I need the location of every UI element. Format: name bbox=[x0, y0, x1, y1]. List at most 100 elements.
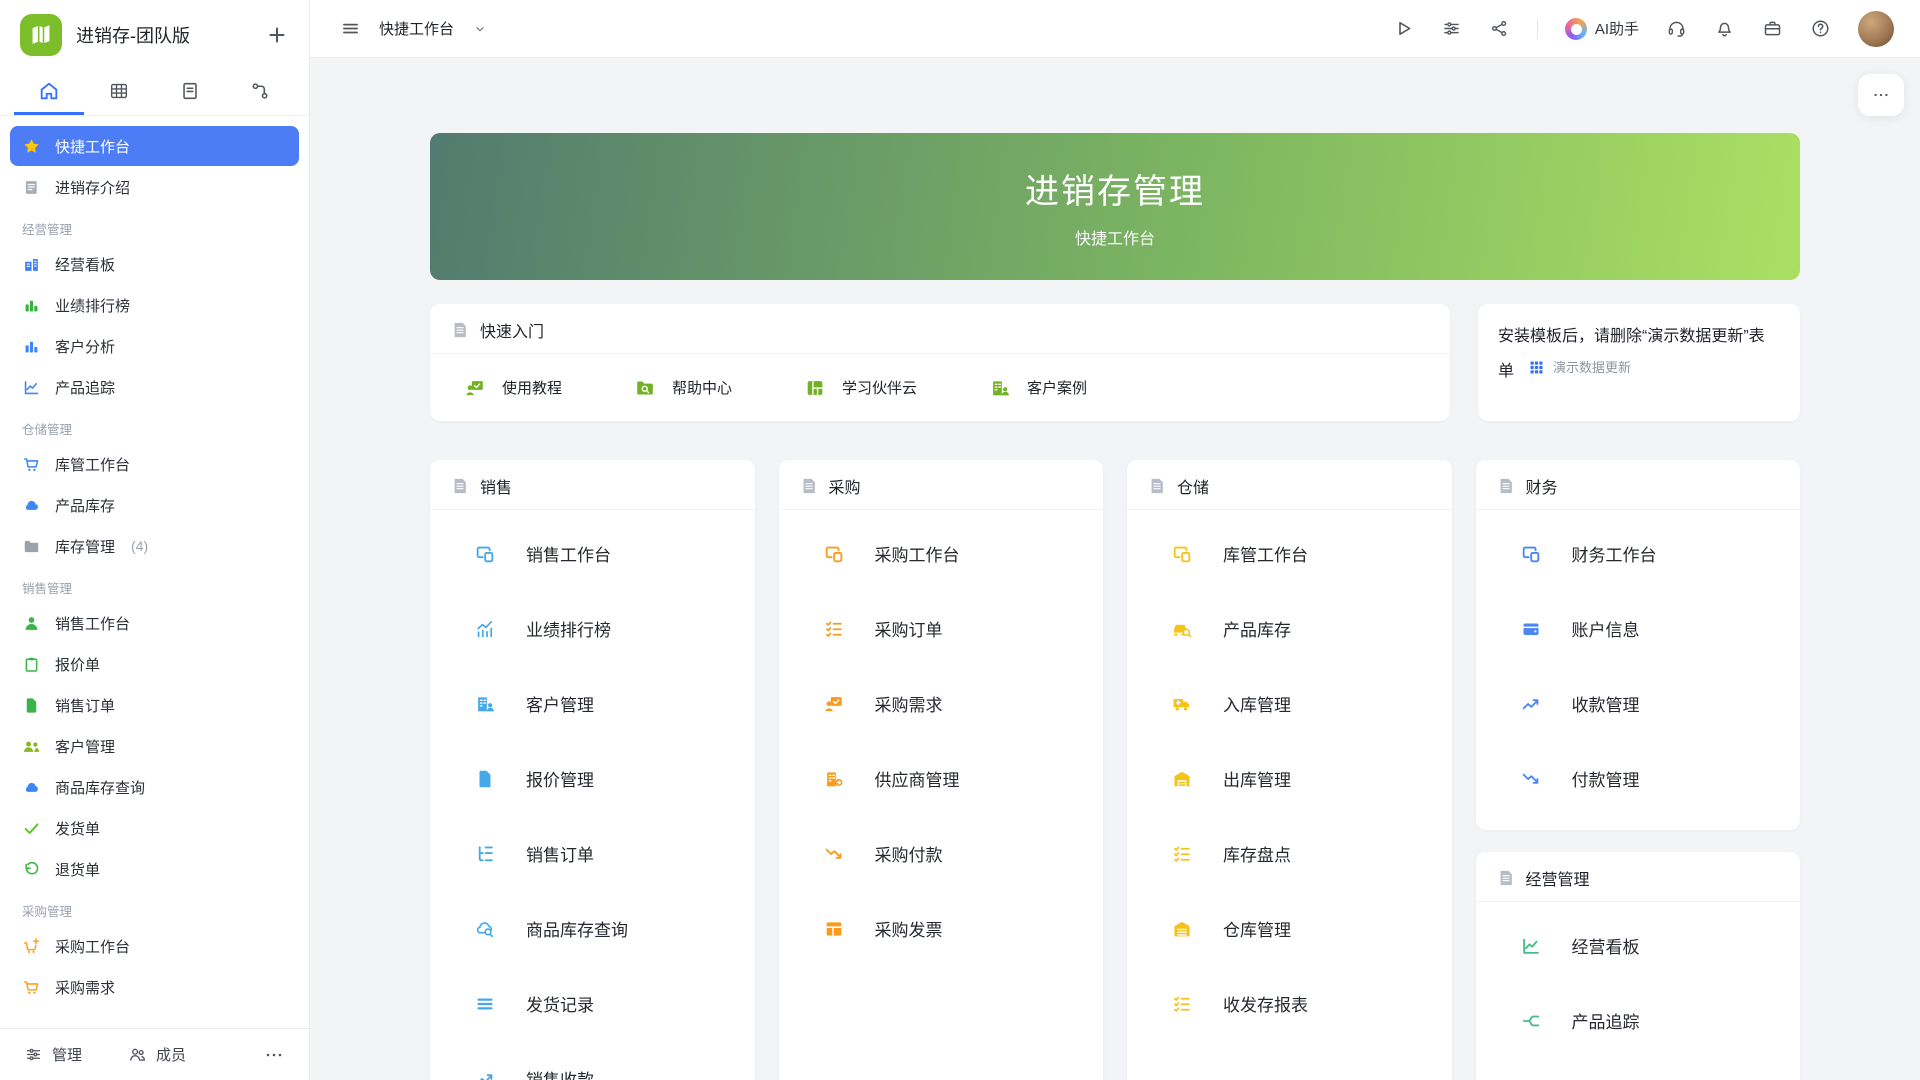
sidebar-item[interactable]: 库存管理(4) bbox=[10, 526, 299, 566]
panel-item-label: 收发存报表 bbox=[1223, 991, 1308, 1016]
sidebar-tab-home[interactable] bbox=[14, 70, 84, 115]
support-headset-button[interactable] bbox=[1666, 18, 1687, 39]
sidebar-header: 进销存-团队版 bbox=[0, 0, 309, 70]
ai-assistant-button[interactable]: AI助手 bbox=[1565, 18, 1639, 40]
notifications-button[interactable] bbox=[1714, 18, 1735, 39]
panel-item[interactable]: 采购需求 bbox=[779, 666, 1104, 741]
panel-item[interactable]: 报价管理 bbox=[430, 741, 755, 816]
sidebar-section-label: 仓储管理 bbox=[10, 408, 299, 444]
sidebar-item[interactable]: 采购工作台 bbox=[10, 926, 299, 966]
panel-item[interactable]: 仓库管理 bbox=[1127, 891, 1452, 966]
panel-item[interactable]: 采购工作台 bbox=[779, 516, 1104, 591]
panel-item[interactable]: 客户管理 bbox=[430, 666, 755, 741]
panel-item-label: 库管工作台 bbox=[1223, 541, 1308, 566]
sidebar-item[interactable]: 进销存介绍 bbox=[10, 167, 299, 207]
panel-item[interactable]: 收款管理 bbox=[1476, 666, 1801, 741]
sidebar-item[interactable]: 销售工作台 bbox=[10, 603, 299, 643]
panel-item[interactable]: 销售工作台 bbox=[430, 516, 755, 591]
sidebar-item-label: 客户管理 bbox=[55, 736, 115, 757]
sidebar-item[interactable]: 产品库存 bbox=[10, 485, 299, 525]
demo-data-link[interactable]: 演示数据更新 bbox=[1528, 352, 1631, 383]
hamburger-icon[interactable] bbox=[340, 18, 361, 39]
panel-item[interactable]: 账户信息 bbox=[1476, 591, 1801, 666]
sidebar-tab-grid[interactable] bbox=[84, 70, 154, 115]
building-person-icon bbox=[474, 693, 496, 715]
topbar: 快捷工作台 AI助手 bbox=[310, 0, 1920, 58]
page-title[interactable]: 快捷工作台 bbox=[379, 18, 454, 39]
panel-item[interactable]: 采购订单 bbox=[779, 591, 1104, 666]
manage-button[interactable]: 管理 bbox=[24, 1044, 82, 1065]
workbench-icon bbox=[823, 543, 845, 565]
panel-item[interactable]: 经营看板 bbox=[1476, 908, 1801, 983]
demo-data-link-label: 演示数据更新 bbox=[1553, 352, 1631, 383]
workspace-button[interactable] bbox=[1762, 18, 1783, 39]
panel-item[interactable]: 商品库存查询 bbox=[430, 891, 755, 966]
quickstart-link[interactable]: 使用教程 bbox=[464, 377, 562, 399]
panel-item[interactable]: 采购发票 bbox=[779, 891, 1104, 966]
sidebar-item[interactable]: 库管工作台 bbox=[10, 444, 299, 484]
panel-item[interactable]: 入库管理 bbox=[1127, 666, 1452, 741]
warehouse-icon bbox=[1171, 918, 1193, 940]
list-tree-icon bbox=[474, 843, 496, 865]
quickstart-link[interactable]: 客户案例 bbox=[989, 377, 1087, 399]
panel-item[interactable]: 出库管理 bbox=[1127, 741, 1452, 816]
sidebar-more-button[interactable] bbox=[263, 1044, 285, 1066]
panel-item[interactable]: 采购付款 bbox=[779, 816, 1104, 891]
panel-item[interactable]: 销售订单 bbox=[430, 816, 755, 891]
manage-label: 管理 bbox=[52, 1044, 82, 1065]
panel-item[interactable]: 财务工作台 bbox=[1476, 516, 1801, 591]
sidebar-item[interactable]: 快捷工作台 bbox=[10, 126, 299, 166]
main-area: 快捷工作台 AI助手 bbox=[310, 0, 1920, 1080]
trend-down-icon bbox=[1520, 768, 1542, 790]
panel-items: 采购工作台采购订单采购需求供应商管理采购付款采购发票 bbox=[779, 510, 1104, 980]
sidebar-item[interactable]: 采购需求 bbox=[10, 967, 299, 1007]
sidebar-item[interactable]: 报价单 bbox=[10, 644, 299, 684]
panel-item[interactable]: 库存盘点 bbox=[1127, 816, 1452, 891]
panel-item[interactable]: 收发存报表 bbox=[1127, 966, 1452, 1041]
panel-item[interactable]: 付款管理 bbox=[1476, 741, 1801, 816]
sidebar-item[interactable]: 经营看板 bbox=[10, 244, 299, 284]
panel-item[interactable]: 供应商管理 bbox=[779, 741, 1104, 816]
panel-item[interactable]: 库管工作台 bbox=[1127, 516, 1452, 591]
sidebar-item[interactable]: 客户管理 bbox=[10, 726, 299, 766]
sidebar-tab-doc-tab[interactable] bbox=[155, 70, 225, 115]
sidebar-item[interactable]: 业绩排行榜 bbox=[10, 285, 299, 325]
panel-item[interactable]: 发货记录 bbox=[430, 966, 755, 1041]
cloud-search-icon bbox=[474, 918, 496, 940]
quickstart-link[interactable]: 帮助中心 bbox=[634, 377, 732, 399]
panel-item-label: 采购订单 bbox=[875, 616, 943, 641]
chevron-down-icon[interactable] bbox=[472, 21, 488, 37]
panel-item-label: 采购工作台 bbox=[875, 541, 960, 566]
sidebar-item[interactable]: 商品库存查询 bbox=[10, 767, 299, 807]
members-button[interactable]: 成员 bbox=[128, 1044, 186, 1065]
quickstart-link[interactable]: 学习伙伴云 bbox=[804, 377, 917, 399]
sidebar-item-label: 销售工作台 bbox=[55, 613, 130, 634]
panel-item[interactable]: 业绩排行榜 bbox=[430, 591, 755, 666]
content-more-button[interactable] bbox=[1858, 74, 1904, 116]
line-chart-icon bbox=[22, 378, 41, 397]
panel-item[interactable]: 客户分析 bbox=[1476, 1058, 1801, 1080]
panel-item[interactable]: 产品追踪 bbox=[1476, 983, 1801, 1058]
document-icon bbox=[1496, 476, 1516, 496]
sidebar-item[interactable]: 销售订单 bbox=[10, 685, 299, 725]
sidebar-item[interactable]: 产品追踪 bbox=[10, 367, 299, 407]
quickstart-title: 快速入门 bbox=[480, 318, 544, 342]
trend-up-icon bbox=[1520, 693, 1542, 715]
sidebar-item[interactable]: 退货单 bbox=[10, 849, 299, 889]
panel-item[interactable]: 销售收款 bbox=[430, 1041, 755, 1080]
user-avatar[interactable] bbox=[1858, 11, 1894, 47]
factory-icon bbox=[22, 255, 41, 274]
sidebar-section-label: 经营管理 bbox=[10, 208, 299, 244]
sidebar-tab-flow[interactable] bbox=[225, 70, 295, 115]
share-button[interactable] bbox=[1489, 18, 1510, 39]
panel-item[interactable]: 产品库存 bbox=[1127, 591, 1452, 666]
help-button[interactable] bbox=[1810, 18, 1831, 39]
sidebar-item[interactable]: 客户分析 bbox=[10, 326, 299, 366]
cart-icon bbox=[22, 978, 41, 997]
page-menu[interactable]: 快捷工作台 bbox=[340, 18, 488, 39]
banner: 进销存管理 快捷工作台 bbox=[430, 133, 1800, 280]
sidebar-item[interactable]: 发货单 bbox=[10, 808, 299, 848]
play-button[interactable] bbox=[1393, 18, 1414, 39]
filter-settings-button[interactable] bbox=[1441, 18, 1462, 39]
add-app-button[interactable] bbox=[265, 23, 289, 47]
